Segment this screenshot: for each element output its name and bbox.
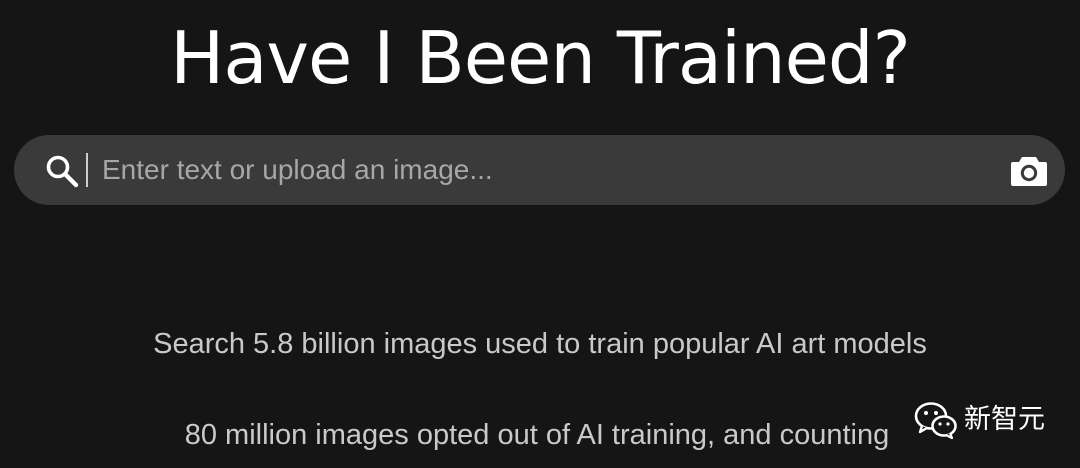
search-icon[interactable] [44,153,80,189]
page-title: Have I Been Trained? [170,16,911,100]
search-bar[interactable] [14,135,1065,205]
source-watermark: 新智元 [914,398,1045,442]
wechat-icon [914,400,958,440]
watermark-label: 新智元 [964,404,1045,435]
dataset-stat-text: Search 5.8 billion images used to train … [153,328,927,360]
search-input[interactable] [98,149,982,191]
text-caret [86,153,88,187]
camera-icon[interactable] [1010,152,1048,188]
